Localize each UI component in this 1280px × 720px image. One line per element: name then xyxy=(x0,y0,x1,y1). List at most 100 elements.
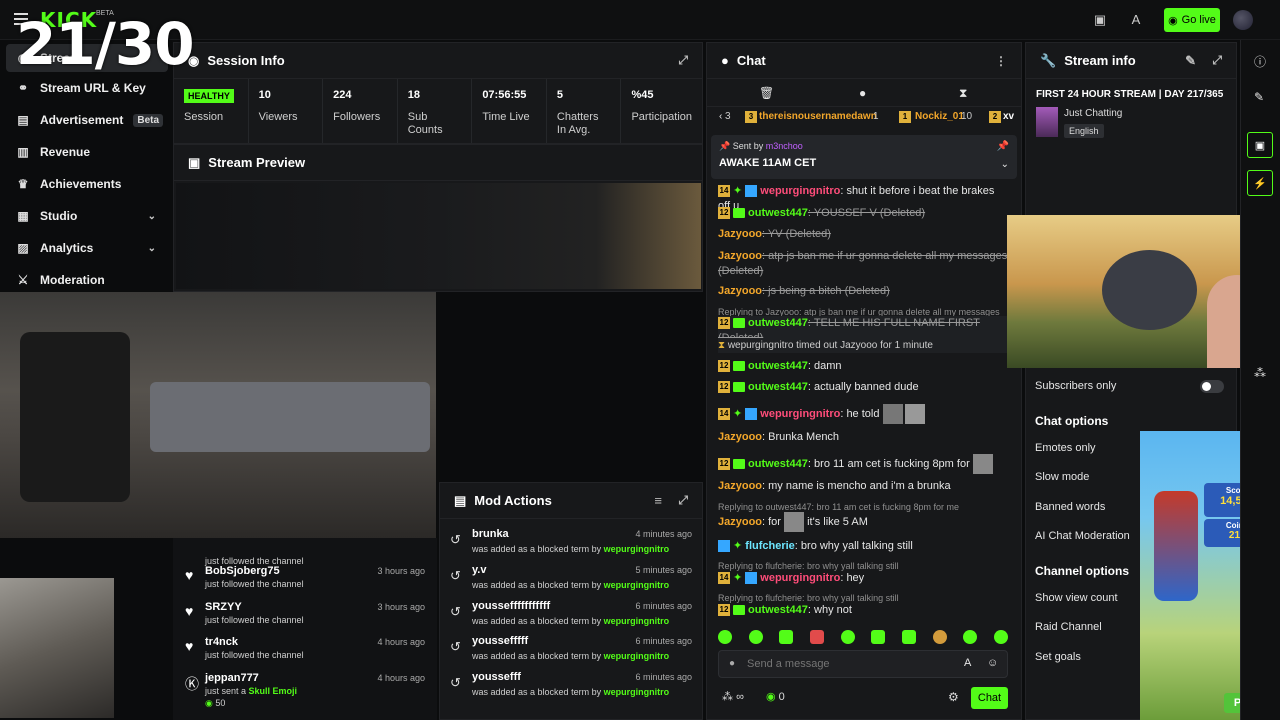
lightning-icon: ⚡ xyxy=(1253,177,1267,190)
list-item: Ⓚjeppan777 just sent a Skull Emoji ◉ 50 4 h… xyxy=(185,672,425,708)
camera-icon[interactable]: ▣ xyxy=(1092,12,1108,28)
right-rail: ⓘ ✎ ▣ ⚡ ⁂ xyxy=(1240,40,1280,720)
chat-input[interactable]: ● A ☺ xyxy=(718,650,1008,678)
boost-button[interactable]: ⚡ xyxy=(1247,170,1273,196)
ai-moderation-option[interactable]: AI Chat Moderation xyxy=(1035,530,1130,542)
chat-bubble-icon[interactable]: ● xyxy=(859,86,866,100)
verified-icon: ✦ xyxy=(733,185,743,197)
history-icon: ↺ xyxy=(450,532,461,547)
analytics-icon: ▨ xyxy=(17,241,29,255)
beta-badge: Beta xyxy=(133,113,164,127)
emotes-only-option[interactable]: Emotes only xyxy=(1035,442,1096,454)
emote-icon[interactable] xyxy=(748,630,763,644)
ad-icon: ▤ xyxy=(17,113,29,127)
stat-followers: 224 Followers xyxy=(323,79,398,143)
sidebar-item-moderation[interactable]: ⚔ Moderation xyxy=(6,266,168,294)
chat-message: 12 outwest447: why not xyxy=(718,604,852,617)
stat-viewers: 10 Viewers xyxy=(249,79,324,143)
emote-icon[interactable] xyxy=(993,630,1008,644)
preview-video[interactable] xyxy=(176,183,701,289)
heart-icon: ♥ xyxy=(185,603,194,619)
heart-icon: ♥ xyxy=(185,567,194,583)
trophy-icon: ♛ xyxy=(17,177,29,191)
pencil-icon[interactable]: ✎ xyxy=(1254,90,1264,104)
category[interactable]: Just Chatting xyxy=(1064,108,1122,119)
avatar[interactable] xyxy=(1233,10,1253,30)
emote-icon[interactable] xyxy=(932,630,947,644)
chat-message: Jazyooo: YV (Deleted) xyxy=(718,228,831,240)
clip-button[interactable]: ▣ xyxy=(1247,132,1273,158)
gear-icon[interactable]: ⚙ xyxy=(948,690,959,704)
chat-message: Jazyooo: my name is mencho and i'm a bru… xyxy=(718,480,951,492)
list-item: ↺ youssefffff was added as a blocked term … xyxy=(450,635,692,661)
wrench-icon: 🔧 xyxy=(1040,52,1057,68)
hourglass-icon[interactable]: ⧗ xyxy=(959,86,967,101)
go-live-button[interactable]: ◉ Go live xyxy=(1164,8,1220,32)
message-field[interactable] xyxy=(747,655,947,673)
small-webcam-overlay xyxy=(0,578,114,718)
emoji-icon[interactable]: ☺ xyxy=(987,657,998,669)
stat-chatters: 5 Chatters In Avg. xyxy=(547,79,622,143)
emote-icon[interactable] xyxy=(901,630,916,644)
info-icon[interactable]: ⓘ xyxy=(1254,53,1266,70)
filter-icon[interactable]: ≡ xyxy=(654,493,662,508)
emote-icon[interactable] xyxy=(840,630,855,644)
expand-icon[interactable]: ⤢ xyxy=(678,493,688,508)
raid-channel-option[interactable]: Raid Channel xyxy=(1035,621,1102,633)
file-icon: ▤ xyxy=(454,492,467,508)
list-item: ♥ tr4nck just followed the channel 4 hours … xyxy=(185,636,425,660)
glider xyxy=(1102,250,1197,330)
character xyxy=(1154,491,1198,601)
chevron-down-icon[interactable]: ⌄ xyxy=(1001,159,1009,170)
users-icon: ⁂ xyxy=(722,691,733,703)
emote-icon[interactable] xyxy=(718,630,732,644)
list-item: ↺ youssefff was added as a blocked term by… xyxy=(450,671,692,697)
emote-bar xyxy=(718,630,1008,646)
kicks-balance[interactable]: ◉ 0 xyxy=(766,690,785,703)
list-item: ♥ BobSjoberg75 just followed the channel 3 … xyxy=(185,565,425,589)
sidebar-item-studio[interactable]: ▦ Studio ⌄ xyxy=(6,202,168,230)
chat-message: Jazyooo: for it's like 5 AM xyxy=(718,512,1008,532)
expand-icon[interactable]: ⤢ xyxy=(1212,53,1222,68)
sidebar-item-achievements[interactable]: ♛ Achievements xyxy=(6,170,168,198)
panel-header: ● Chat ⋮ xyxy=(707,43,1021,79)
edit-icon[interactable]: ✎ xyxy=(1185,53,1196,69)
stat-time-live: 07:56:55 Time Live xyxy=(472,79,547,143)
sidebar-item-analytics[interactable]: ▨ Analytics ⌄ xyxy=(6,234,168,262)
category-thumbnail[interactable] xyxy=(1036,107,1058,137)
chat-icon: ● xyxy=(721,53,729,68)
sidebar-item-stream-url[interactable]: ⚭ Stream URL & Key xyxy=(6,74,168,102)
chatters-indicator[interactable]: ⁂ ∞ xyxy=(722,690,744,703)
send-chat-button[interactable]: Chat xyxy=(971,687,1008,709)
pinned-message[interactable]: 📌 Sent by m3nchoo AWAKE 11AM CET 📌 ⌄ xyxy=(711,135,1017,179)
emote-image xyxy=(904,404,925,424)
emote-icon[interactable] xyxy=(871,630,886,644)
show-view-count-option[interactable]: Show view count xyxy=(1035,592,1118,604)
chat-message: Jazyooo: js being a bitch (Deleted) xyxy=(718,285,890,297)
slow-mode-option[interactable]: Slow mode xyxy=(1035,471,1089,483)
emote-icon[interactable] xyxy=(963,630,978,644)
emote-icon[interactable] xyxy=(809,630,824,644)
set-goals-option[interactable]: Set goals xyxy=(1035,651,1081,663)
translate-icon[interactable]: A xyxy=(1128,12,1144,28)
sidebar-item-advertisement[interactable]: ▤ Advertisement Beta xyxy=(6,106,168,134)
translate-icon[interactable]: A xyxy=(964,657,971,669)
moderation-icon: ⚔ xyxy=(17,273,29,287)
subscribers-only-toggle[interactable] xyxy=(1200,380,1224,393)
sidebar-item-revenue[interactable]: ▥ Revenue xyxy=(6,138,168,166)
chevron-left-icon[interactable]: ‹ xyxy=(719,111,722,122)
overlay-counter: 21/30 xyxy=(16,10,195,78)
trash-icon[interactable]: 🗑 xyxy=(759,86,774,100)
list-item: ↺ brunka was added as a blocked term by we… xyxy=(450,528,692,554)
share-icon[interactable]: ⁂ xyxy=(1254,366,1266,380)
chevron-down-icon: ⌄ xyxy=(147,210,156,222)
expand-icon[interactable]: ⤢ xyxy=(678,53,688,68)
webcam-overlay xyxy=(0,292,436,538)
banned-words-option[interactable]: Banned words xyxy=(1035,501,1105,513)
more-icon[interactable]: ⋮ xyxy=(995,54,1007,68)
chat-bubble-icon: ● xyxy=(729,658,736,669)
list-item: ↺ y.v was added as a blocked term by wepur… xyxy=(450,564,692,590)
history-icon: ↺ xyxy=(450,568,461,583)
emote-icon[interactable] xyxy=(779,630,794,644)
pin-icon[interactable]: 📌 xyxy=(997,141,1009,152)
